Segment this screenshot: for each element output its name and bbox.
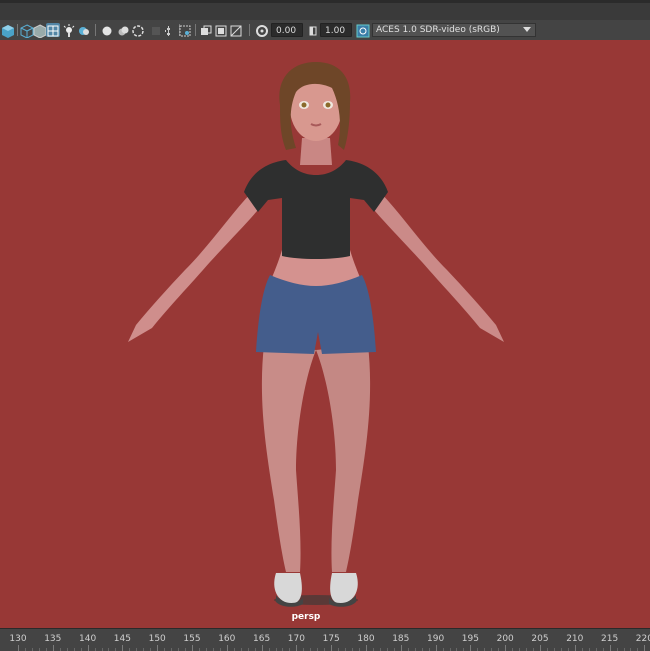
time-slider-tick — [331, 645, 333, 651]
color-management-icon[interactable] — [356, 23, 370, 38]
time-slider-label: 130 — [9, 634, 27, 644]
shadows-icon[interactable] — [77, 23, 91, 37]
time-slider-tick — [540, 645, 541, 651]
time-slider-tick — [52, 645, 54, 651]
time-slider-label: 205 — [531, 634, 549, 644]
camera-label: persp — [291, 612, 321, 622]
time-slider-tick — [87, 645, 89, 651]
viewport-3d[interactable]: persp — [0, 40, 650, 628]
shirt — [244, 160, 388, 259]
gamma-icon[interactable] — [306, 23, 320, 37]
time-slider-tick — [157, 645, 159, 651]
time-slider-tick — [18, 645, 19, 651]
backface-icon[interactable] — [229, 23, 243, 37]
time-slider-label: 145 — [113, 634, 131, 644]
gamma-field[interactable]: 1.00 — [320, 23, 352, 37]
chevron-down-icon — [523, 27, 531, 32]
time-slider-tick — [574, 645, 576, 651]
time-slider-label: 185 — [392, 634, 410, 644]
toolbar-separator — [17, 24, 18, 36]
isolate-select-icon[interactable] — [163, 23, 177, 37]
left-arm — [128, 192, 262, 342]
character-model — [128, 62, 504, 607]
time-slider-label: 195 — [461, 634, 479, 644]
time-slider-label: 150 — [148, 634, 166, 644]
time-slider-tick — [644, 645, 646, 651]
colorspace-dropdown[interactable]: ACES 1.0 SDR-video (sRGB) — [372, 23, 536, 37]
selected-shaded-icon[interactable] — [46, 23, 60, 37]
xray-active-icon[interactable] — [199, 23, 213, 37]
left-leg — [261, 345, 316, 572]
camera-attributes-icon[interactable] — [1, 23, 15, 38]
time-slider-label: 165 — [253, 634, 271, 644]
time-slider-label: 170 — [287, 634, 305, 644]
toolbar-separator — [249, 24, 250, 36]
wireframe-icon[interactable] — [20, 23, 34, 39]
toolbar-separator — [95, 24, 96, 36]
neck — [300, 138, 332, 165]
time-slider-label: 220 — [635, 634, 650, 644]
exposure-field[interactable]: 0.00 — [271, 23, 303, 37]
time-slider-tick — [470, 645, 472, 651]
time-slider-label: 140 — [79, 634, 97, 644]
motion-blur-icon[interactable] — [116, 23, 130, 37]
exposure-icon[interactable] — [255, 23, 269, 37]
time-slider-tick — [261, 645, 263, 651]
viewport-panel-toolbar: 0.00 1.00 ACES 1.0 SDR-video (sRGB) — [0, 20, 650, 41]
time-slider[interactable]: 130 135 140 145 150 155 160 165 170 175 180 185 190 1… — [0, 628, 650, 651]
time-slider-label: 135 — [44, 634, 62, 644]
time-slider-tick — [400, 645, 402, 651]
time-slider-label: 180 — [357, 634, 375, 644]
xray-joints-icon[interactable] — [214, 23, 228, 37]
toolbar-separator — [195, 24, 196, 36]
menu-strip — [0, 0, 650, 3]
time-slider-tick — [192, 645, 193, 651]
right-leg — [316, 345, 371, 572]
time-slider-label: 190 — [427, 634, 445, 644]
time-slider-tick — [226, 645, 228, 651]
time-slider-tick — [366, 645, 367, 651]
time-slider-label: 160 — [218, 634, 236, 644]
time-slider-tick — [609, 645, 611, 651]
right-arm — [370, 192, 504, 342]
anti-alias-icon[interactable] — [131, 23, 145, 37]
colorspace-value: ACES 1.0 SDR-video (sRGB) — [376, 25, 500, 35]
time-slider-label: 210 — [566, 634, 584, 644]
time-slider-label: 155 — [183, 634, 201, 644]
time-slider-label: 200 — [496, 634, 514, 644]
time-slider-tick — [296, 645, 298, 651]
menu-bar — [0, 0, 650, 21]
time-slider-label: 175 — [322, 634, 340, 644]
depth-of-field-icon[interactable] — [149, 23, 163, 37]
time-slider-tick — [435, 645, 437, 651]
time-slider-tick — [122, 645, 124, 651]
smooth-shade-icon[interactable] — [33, 23, 47, 39]
time-slider-label: 215 — [601, 634, 619, 644]
xray-icon[interactable] — [178, 23, 192, 37]
ambient-occlusion-icon[interactable] — [100, 23, 114, 37]
lighting-icon[interactable] — [62, 23, 76, 37]
shorts — [256, 275, 376, 354]
time-slider-tick — [505, 645, 507, 651]
